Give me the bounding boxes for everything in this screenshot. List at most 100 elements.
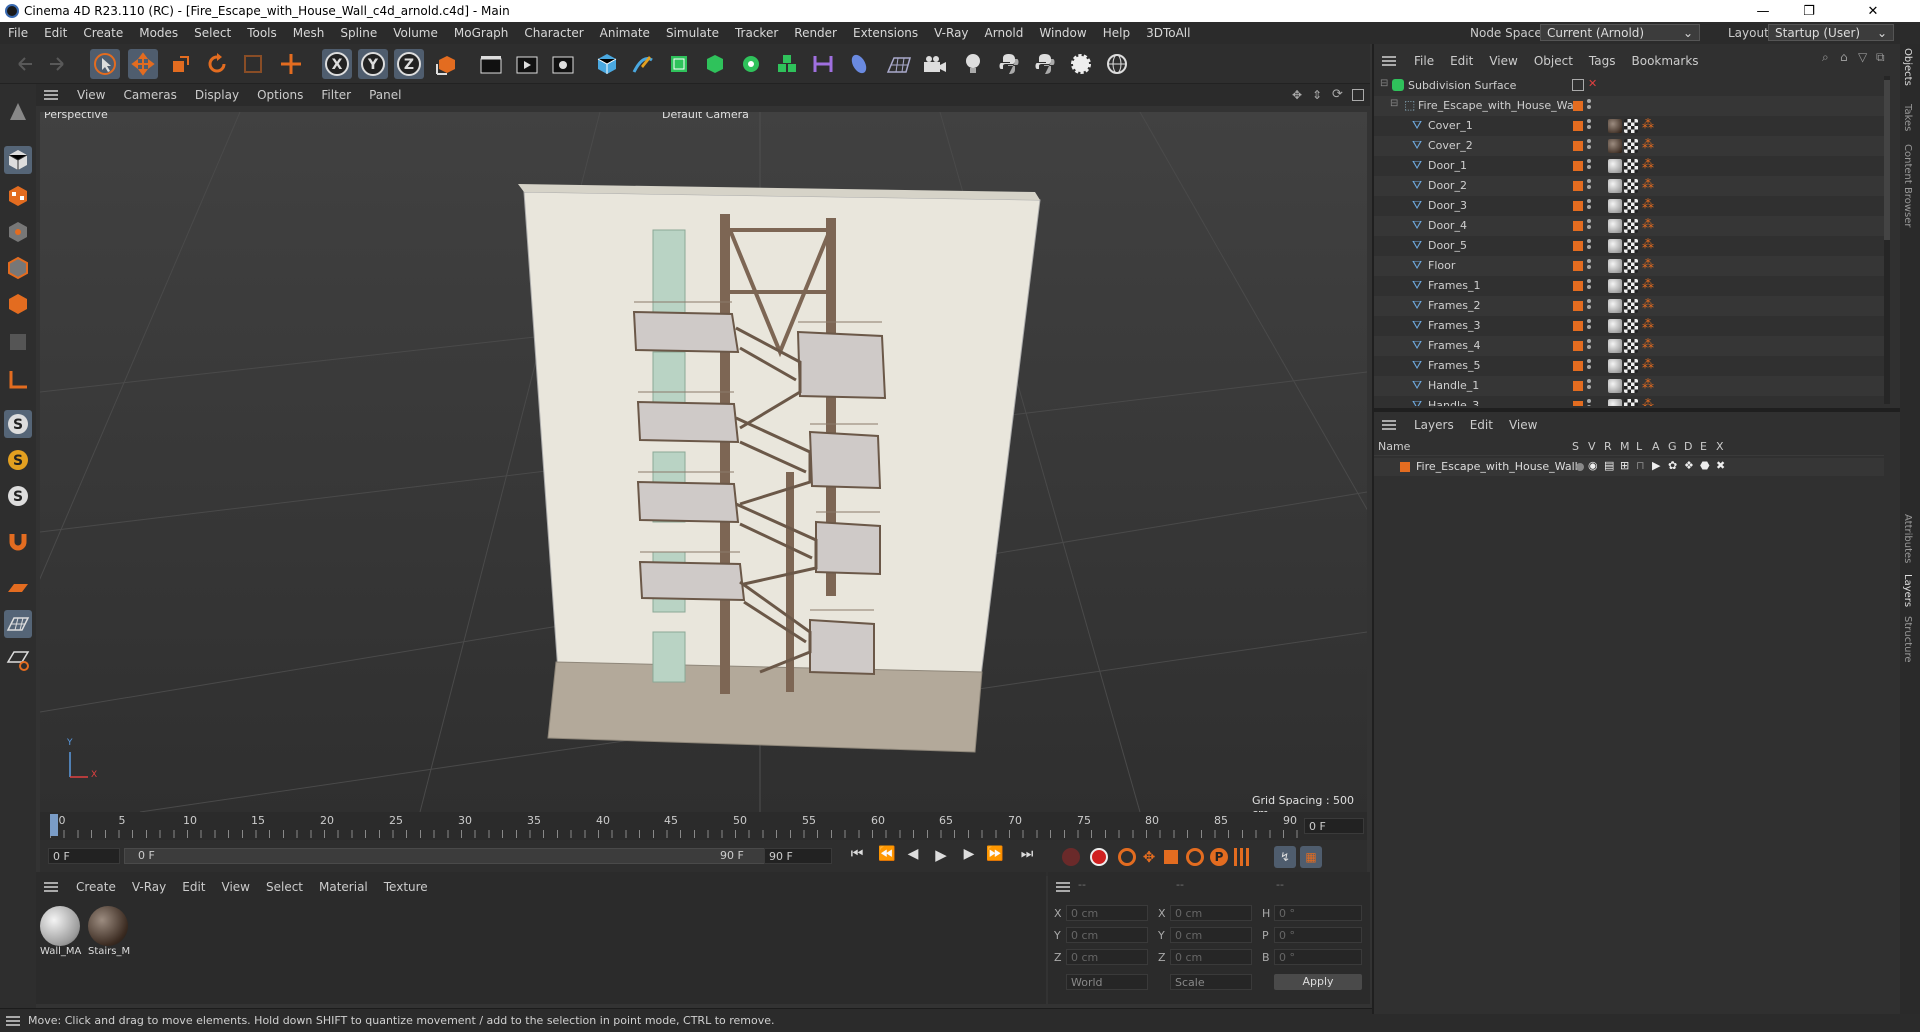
column-locked[interactable]: L (1636, 440, 1642, 453)
column-deformers[interactable]: D (1684, 440, 1692, 453)
camera-button[interactable] (920, 49, 950, 79)
menu-window[interactable]: Window (1031, 26, 1094, 40)
menu-modes[interactable]: Modes (131, 26, 186, 40)
keyframe-selection-icon[interactable] (1118, 848, 1136, 866)
generator-icon[interactable]: ✿ (1668, 459, 1677, 472)
visibility-dots-icon[interactable] (1587, 359, 1591, 373)
minimize-button[interactable]: — (1740, 0, 1786, 22)
workplane-button[interactable] (4, 574, 32, 602)
lock-icon[interactable]: ⊓ (1636, 459, 1645, 472)
visibility-dots-icon[interactable] (1587, 199, 1591, 213)
object-menu-file[interactable]: File (1406, 54, 1442, 68)
cloner-button[interactable] (736, 49, 766, 79)
search-icon[interactable]: ⌕ (1822, 50, 1829, 65)
material-tag-icon[interactable] (1608, 299, 1622, 313)
arnold-tag-icon[interactable]: ⁂ (1642, 377, 1654, 391)
material-menu-material[interactable]: Material (311, 880, 376, 894)
object-row[interactable]: ⛛ Frames_2 ⁂ (1374, 296, 1884, 316)
material-tag-icon[interactable] (1608, 119, 1622, 133)
arnold-tag-icon[interactable]: ⁂ (1642, 357, 1654, 371)
playhead[interactable] (50, 814, 58, 836)
visibility-dots-icon[interactable] (1587, 179, 1591, 193)
hamburger-menu-icon[interactable] (44, 90, 58, 100)
key-pla-icon[interactable] (1234, 848, 1252, 866)
arnold-tag-icon[interactable]: ⁂ (1642, 117, 1654, 131)
object-menu-object[interactable]: Object (1526, 54, 1581, 68)
arnold-tag-icon[interactable]: ⁂ (1642, 137, 1654, 151)
uvw-tag-icon[interactable] (1624, 219, 1638, 233)
menu-3dtoall[interactable]: 3DToAll (1138, 26, 1198, 40)
menu-arnold[interactable]: Arnold (977, 26, 1032, 40)
uvw-tag-icon[interactable] (1624, 199, 1638, 213)
viewport-menu-options[interactable]: Options (248, 88, 312, 102)
undo-button[interactable] (10, 49, 40, 79)
object-row[interactable]: ⛛ Door_1 ⁂ (1374, 156, 1884, 176)
menu-mesh[interactable]: Mesh (285, 26, 333, 40)
visibility-dots-icon[interactable] (1587, 399, 1591, 406)
object-row-subdivision-surface[interactable]: ⊟ Subdivision Surface ✕ (1374, 76, 1884, 96)
size-mode-dropdown[interactable]: Scale (1170, 974, 1252, 990)
visibility-dots-icon[interactable] (1587, 219, 1591, 233)
lock-z-button[interactable]: Z (394, 49, 424, 79)
home-icon[interactable]: ⌂ (1840, 50, 1848, 64)
python-script-button[interactable] (1030, 49, 1060, 79)
uvw-tag-icon[interactable] (1624, 319, 1638, 333)
menu-spline[interactable]: Spline (332, 26, 385, 40)
deformer-icon[interactable]: ❖ (1684, 459, 1694, 472)
pen-spline-button[interactable] (628, 49, 658, 79)
animation-play-icon[interactable]: ▶ (1652, 459, 1660, 472)
side-tab-takes[interactable]: Takes (1902, 104, 1913, 131)
current-frame-field[interactable]: 0 F (1304, 818, 1364, 834)
next-key-icon[interactable]: ⏩ (984, 846, 1006, 868)
object-row[interactable]: ⛛ Cover_2 ⁂ (1374, 136, 1884, 156)
uvw-tag-icon[interactable] (1624, 279, 1638, 293)
material-tag-icon[interactable] (1608, 359, 1622, 373)
redo-button[interactable] (42, 49, 72, 79)
lock-x-button[interactable]: X (322, 49, 352, 79)
viewport-menu-display[interactable]: Display (186, 88, 248, 102)
points-mode-button[interactable] (4, 218, 32, 246)
material-tag-icon[interactable] (1608, 219, 1622, 233)
prev-key-icon[interactable]: ⏪ (876, 846, 898, 868)
collapse-icon[interactable]: ⊟ (1390, 98, 1398, 109)
size-y-field[interactable]: 0 cm (1170, 927, 1252, 943)
menu-select[interactable]: Select (186, 26, 239, 40)
enable-checkbox-icon[interactable] (1572, 79, 1584, 91)
arnold-tag-icon[interactable]: ⁂ (1642, 317, 1654, 331)
column-generators[interactable]: G (1668, 440, 1677, 453)
column-xref[interactable]: X (1716, 440, 1724, 453)
panel-divider[interactable] (1374, 408, 1902, 412)
material-menu-view[interactable]: View (214, 880, 258, 894)
play-icon[interactable]: ▶ (930, 846, 952, 868)
extrude-button[interactable] (700, 49, 730, 79)
snap-button[interactable]: S (4, 410, 32, 438)
size-x-field[interactable]: 0 cm (1170, 905, 1252, 921)
side-tab-structure[interactable]: Structure (1902, 616, 1913, 663)
menu-edit[interactable]: Edit (36, 26, 75, 40)
arnold-tag-icon[interactable]: ⁂ (1642, 177, 1654, 191)
frame-range-slider[interactable] (124, 848, 784, 864)
subdivision-button[interactable] (664, 49, 694, 79)
eye-icon[interactable]: ◉ (1588, 459, 1598, 472)
menu-help[interactable]: Help (1095, 26, 1138, 40)
maximize-view-icon[interactable] (1352, 89, 1364, 101)
material-tag-icon[interactable] (1608, 179, 1622, 193)
object-row[interactable]: ⛛ Frames_1 ⁂ (1374, 276, 1884, 296)
object-row[interactable]: ⛛ Door_4 ⁂ (1374, 216, 1884, 236)
sphere-globe-button[interactable] (1102, 49, 1132, 79)
hamburger-menu-icon[interactable] (1382, 56, 1396, 66)
menu-simulate[interactable]: Simulate (658, 26, 727, 40)
position-z-field[interactable]: 0 cm (1066, 949, 1148, 965)
material-menu-edit[interactable]: Edit (174, 880, 213, 894)
snap-settings-button[interactable]: S (4, 446, 32, 474)
layer-row[interactable]: Fire_Escape_with_House_Wall ◉ ▤ ⊞ ⊓ ▶ ✿ … (1374, 458, 1884, 476)
scale-tool-button[interactable] (166, 49, 196, 79)
render-view-button[interactable] (512, 49, 542, 79)
pan-view-icon[interactable]: ✥ (1292, 88, 1302, 102)
material-tag-icon[interactable] (1608, 199, 1622, 213)
rotate-tool-button[interactable] (202, 49, 232, 79)
visibility-dots-icon[interactable] (1587, 159, 1591, 173)
xref-icon[interactable]: ✖ (1716, 459, 1725, 472)
render-icon[interactable]: ▤ (1604, 459, 1614, 472)
grid-layers-button[interactable] (4, 646, 32, 674)
